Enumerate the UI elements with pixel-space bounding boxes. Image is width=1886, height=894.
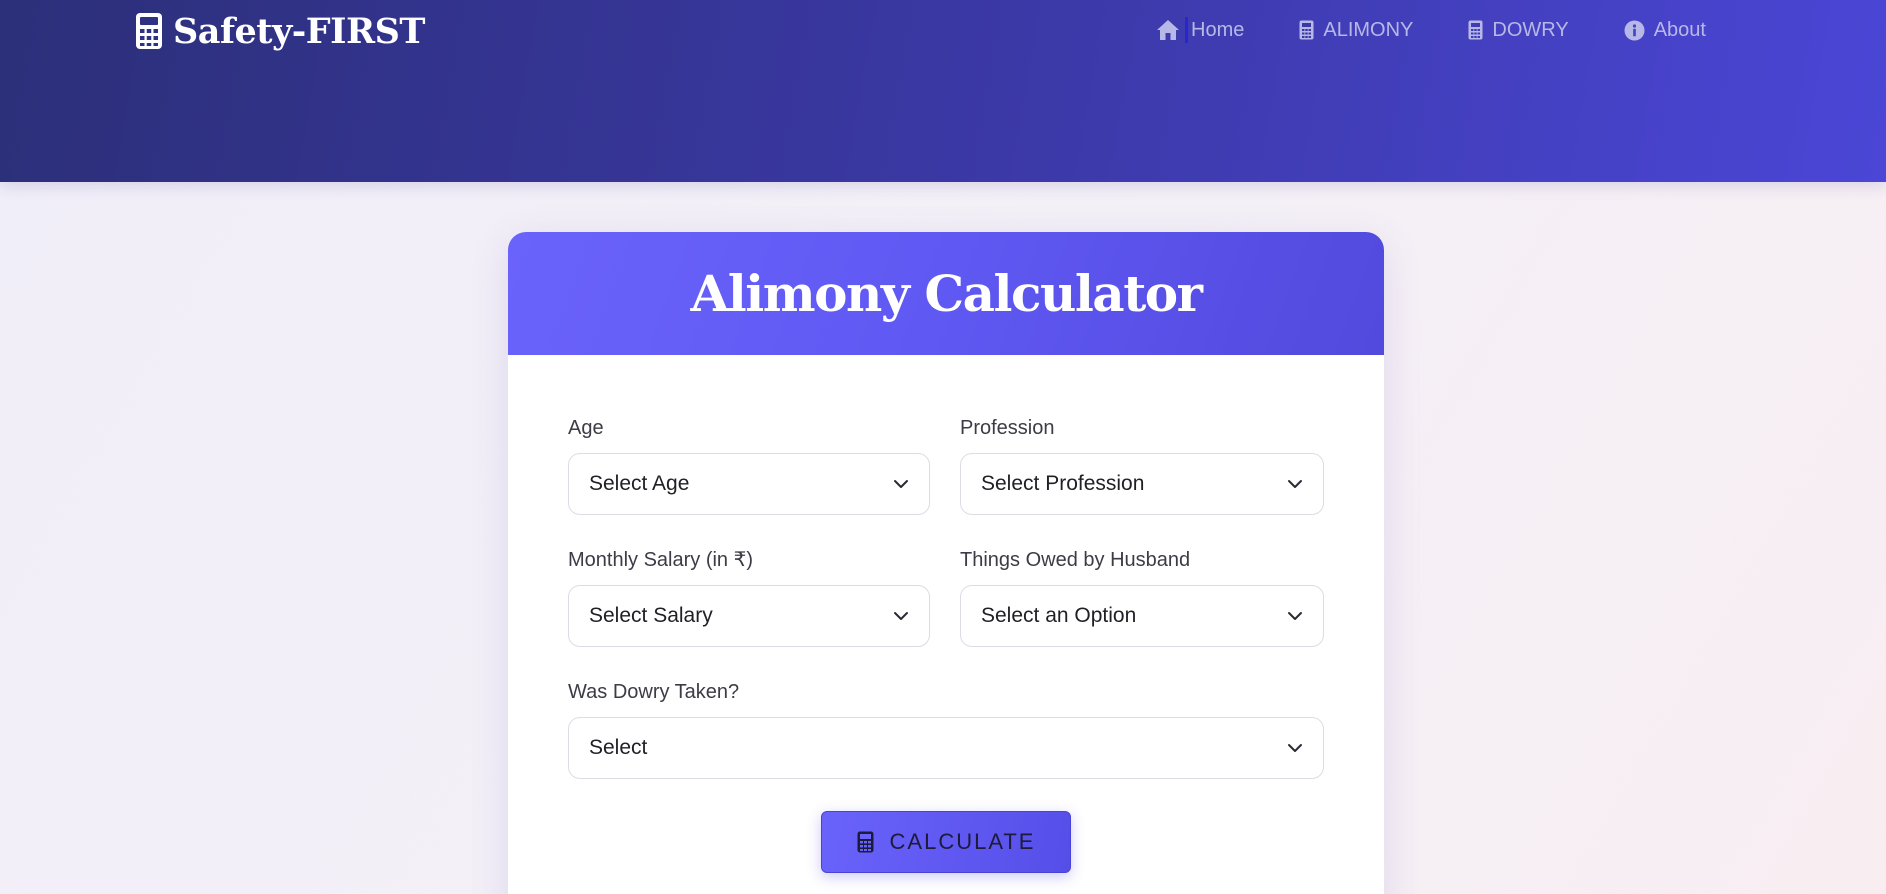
nav-dowry[interactable]: DOWRY — [1468, 12, 1569, 48]
dowry-label: Was Dowry Taken? — [568, 681, 740, 703]
nav-about[interactable]: About — [1624, 12, 1706, 48]
calculator-icon — [857, 831, 874, 853]
profession-label: Profession — [960, 417, 1055, 439]
profession-select-value: Select Profession — [981, 472, 1145, 495]
calculator-icon — [1468, 20, 1483, 40]
nav-about-label: About — [1653, 18, 1706, 41]
salary-label: Monthly Salary (in ₹) — [568, 549, 753, 571]
nav-alimony[interactable]: ALIMONY — [1299, 12, 1413, 48]
calculator-icon — [136, 13, 162, 49]
calculate-button-label: CALCULATE — [889, 829, 1036, 854]
info-icon — [1624, 20, 1645, 40]
brand-name: Safety-FIRST — [173, 10, 425, 52]
calculator-icon — [1299, 20, 1314, 40]
brand-logo[interactable]: Safety-FIRST — [135, 9, 425, 53]
nav-home-label: Home — [1191, 18, 1245, 41]
chevron-down-icon — [894, 480, 908, 488]
age-select[interactable]: Select Age — [568, 453, 930, 515]
owed-select-value: Select an Option — [981, 604, 1137, 627]
salary-select[interactable]: Select Salary — [568, 585, 930, 647]
profession-field: Profession Select Profession — [960, 415, 1324, 515]
home-icon — [1157, 20, 1179, 40]
nav-alimony-label: ALIMONY — [1323, 18, 1414, 41]
dowry-select[interactable]: Select — [568, 717, 1324, 779]
chevron-down-icon — [1288, 744, 1302, 752]
age-label: Age — [568, 417, 604, 439]
chevron-down-icon — [1288, 480, 1302, 488]
dowry-field: Was Dowry Taken? Select — [568, 679, 1324, 779]
nav-dowry-label: DOWRY — [1492, 18, 1569, 41]
age-select-value: Select Age — [589, 472, 690, 495]
owed-label: Things Owed by Husband — [960, 549, 1191, 571]
salary-select-value: Select Salary — [589, 604, 713, 627]
owed-select[interactable]: Select an Option — [960, 585, 1324, 647]
alimony-calculator-card: Alimony Calculator Age Select Age Profes… — [508, 232, 1384, 894]
main-nav: Home ALIMONY DOWRY About — [1156, 12, 1706, 48]
calculate-button[interactable]: CALCULATE — [821, 811, 1071, 873]
chevron-down-icon — [894, 612, 908, 620]
page-title: Alimony Calculator — [690, 264, 1203, 323]
chevron-down-icon — [1288, 612, 1302, 620]
dowry-select-value: Select — [589, 736, 648, 759]
age-field: Age Select Age — [568, 415, 930, 515]
salary-field: Monthly Salary (in ₹) Select Salary — [568, 547, 930, 647]
text-cursor — [1185, 17, 1188, 43]
nav-home[interactable]: Home — [1156, 12, 1244, 48]
profession-select[interactable]: Select Profession — [960, 453, 1324, 515]
owed-field: Things Owed by Husband Select an Option — [960, 547, 1324, 647]
card-header: Alimony Calculator — [508, 232, 1384, 355]
top-navbar: Safety-FIRST Home ALIMONY DOWRY About — [0, 0, 1886, 182]
